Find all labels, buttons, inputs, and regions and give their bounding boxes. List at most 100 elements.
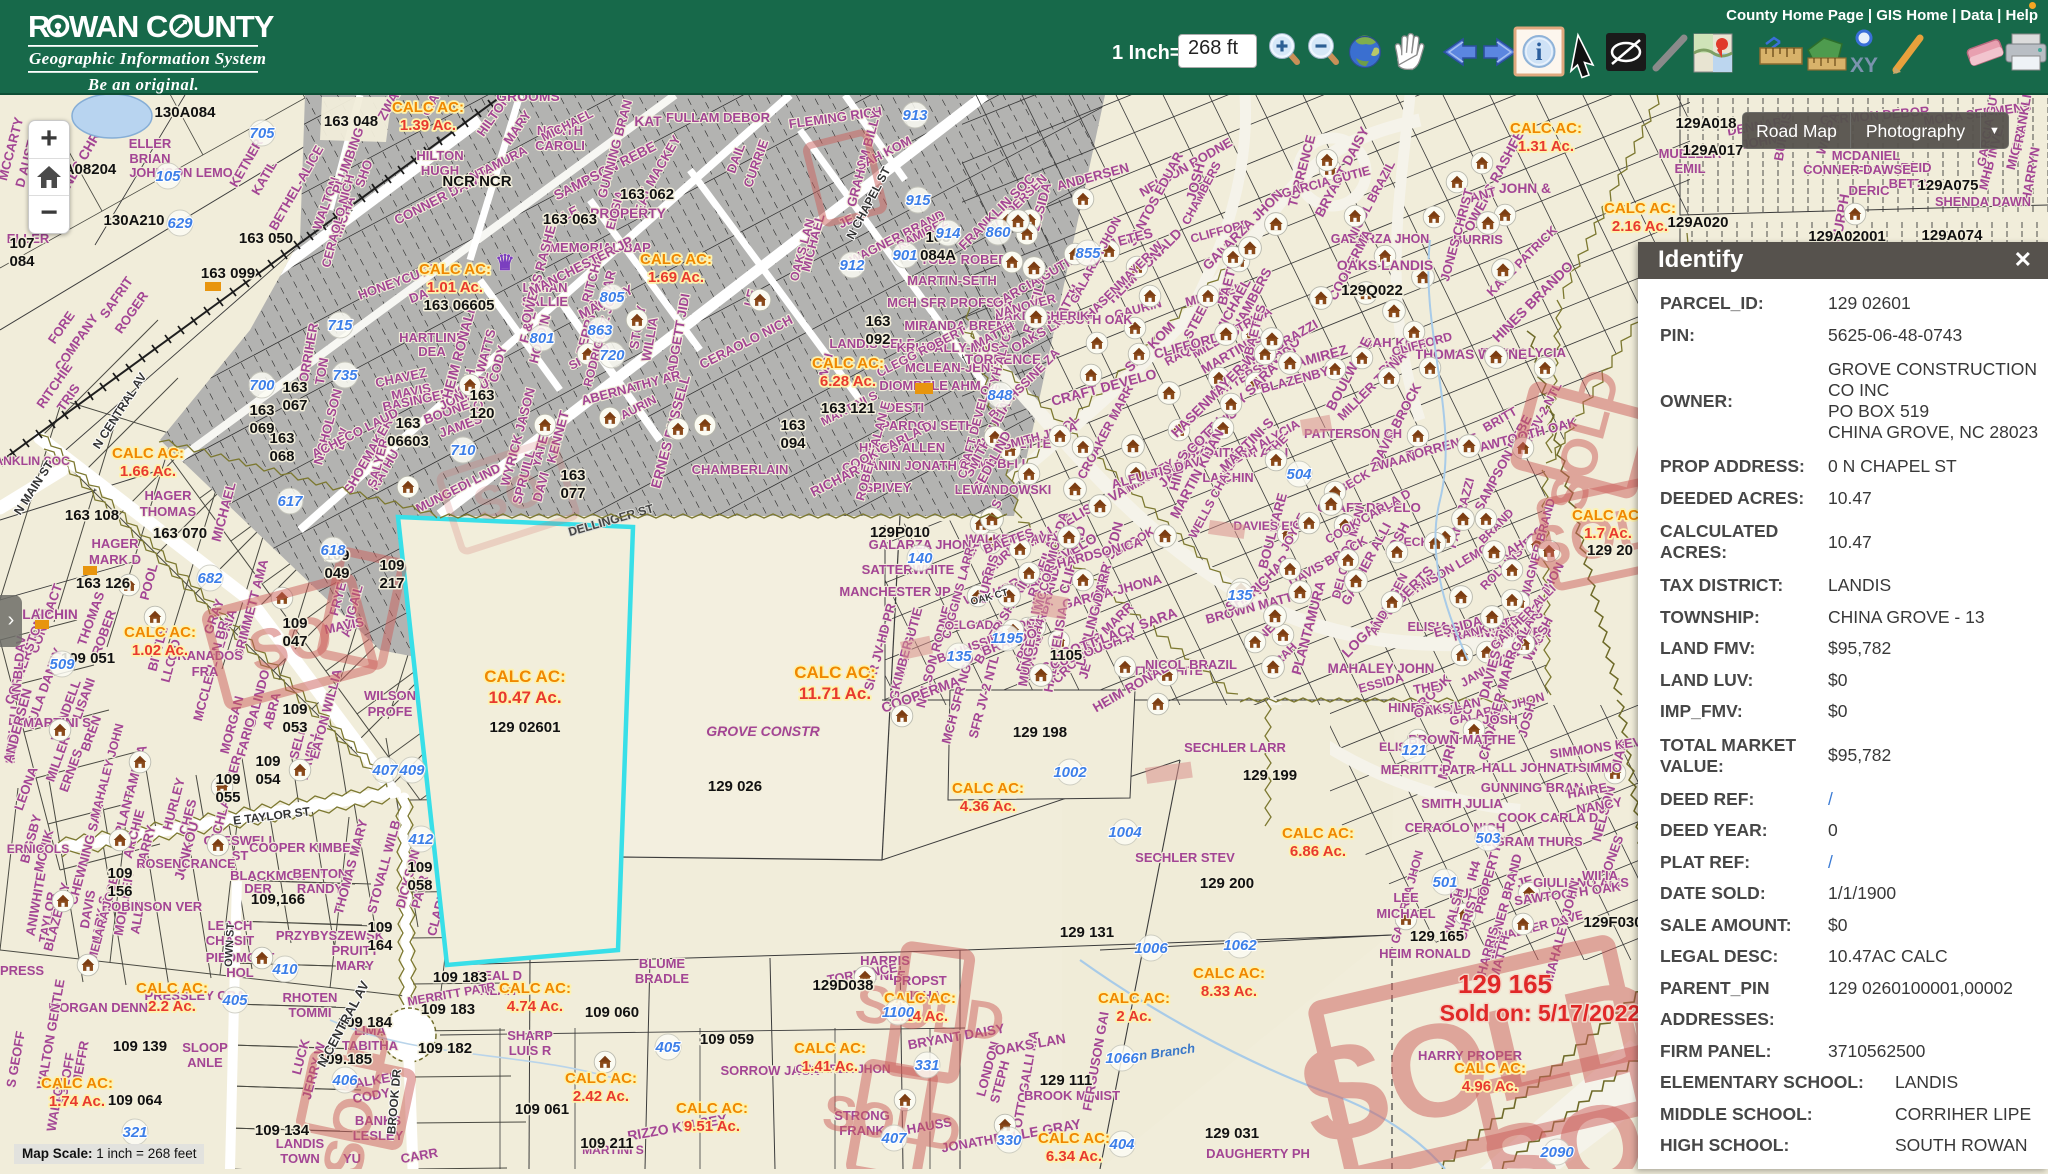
svg-text:1.66 Ac.: 1.66 Ac. xyxy=(120,463,176,480)
svg-text:1004: 1004 xyxy=(1108,824,1142,841)
svg-text:1.74 Ac.: 1.74 Ac. xyxy=(49,1093,105,1110)
svg-text:ROSENCRANCE: ROSENCRANCE xyxy=(136,857,235,871)
svg-text:617: 617 xyxy=(277,493,303,510)
svg-text:405: 405 xyxy=(221,992,248,1009)
svg-text:140: 140 xyxy=(907,550,933,567)
svg-text:047: 047 xyxy=(282,633,307,650)
svg-text:CALC AC:: CALC AC: xyxy=(640,251,712,268)
svg-text:1062: 1062 xyxy=(1223,937,1257,954)
svg-text:109: 109 xyxy=(379,557,404,574)
svg-text:163 126: 163 126 xyxy=(76,575,130,592)
svg-text:PRESS: PRESS xyxy=(0,963,44,978)
svg-text:ELLER: ELLER xyxy=(129,136,172,151)
svg-text:129 031: 129 031 xyxy=(1205,1125,1259,1142)
svg-text:A08204: A08204 xyxy=(64,161,117,178)
svg-text:163 050: 163 050 xyxy=(239,230,293,247)
svg-text:SECHLER LARR: SECHLER LARR xyxy=(1184,740,1286,755)
svg-text:Sold on: 5/17/2022: Sold on: 5/17/2022 xyxy=(1440,1000,1641,1026)
svg-text:914: 914 xyxy=(935,225,961,242)
svg-text:PROPERTY: PROPERTY xyxy=(590,206,666,221)
svg-text:109 064: 109 064 xyxy=(108,1092,163,1109)
svg-text:1.02 Ac.: 1.02 Ac. xyxy=(132,642,188,659)
svg-text:109: 109 xyxy=(367,919,392,936)
svg-text:8.33 Ac.: 8.33 Ac. xyxy=(1201,983,1257,1000)
svg-text:1066: 1066 xyxy=(1105,1050,1139,1067)
svg-text:129 200: 129 200 xyxy=(1200,875,1254,892)
svg-text:ANLE: ANLE xyxy=(187,1055,223,1070)
svg-text:109,166: 109,166 xyxy=(251,891,305,908)
svg-text:HALL JOHNATH: HALL JOHNATH xyxy=(1482,760,1582,775)
svg-text:720: 720 xyxy=(599,347,625,364)
svg-text:PROFE: PROFE xyxy=(368,704,413,719)
svg-text:9.51 Ac.: 9.51 Ac. xyxy=(684,1118,740,1135)
svg-text:049: 049 xyxy=(324,565,349,582)
svg-text:109 183: 109 183 xyxy=(421,1001,475,1018)
svg-text:217: 217 xyxy=(379,575,404,592)
svg-text:331: 331 xyxy=(914,1057,939,1074)
svg-text:TOMMI: TOMMI xyxy=(288,1005,331,1020)
svg-text:410: 410 xyxy=(271,961,298,978)
svg-text:WILSON: WILSON xyxy=(364,688,416,703)
svg-text:848: 848 xyxy=(987,387,1013,404)
svg-text:LEE: LEE xyxy=(1393,890,1419,905)
svg-text:109 061: 109 061 xyxy=(515,1101,569,1118)
svg-text:1.41 Ac.: 1.41 Ac. xyxy=(802,1058,858,1075)
svg-text:121: 121 xyxy=(1401,742,1426,759)
svg-text:2 Ac.: 2 Ac. xyxy=(1116,1008,1151,1025)
svg-text:405: 405 xyxy=(654,1039,681,1056)
svg-text:084A: 084A xyxy=(920,247,956,264)
svg-text:163 108: 163 108 xyxy=(65,507,119,524)
svg-text:130A210: 130A210 xyxy=(104,212,165,229)
svg-text:DEA: DEA xyxy=(418,344,446,359)
svg-text:109 059: 109 059 xyxy=(700,1031,754,1048)
svg-text:i: i xyxy=(1536,39,1543,66)
svg-text:EMIL: EMIL xyxy=(1674,161,1705,176)
svg-text:LAICHIN: LAICHIN xyxy=(22,607,77,622)
svg-text:SHENDA DAWN: SHENDA DAWN xyxy=(1935,194,2031,209)
svg-text:ROBINSON VER: ROBINSON VER xyxy=(102,899,203,914)
svg-text:CALC AC:: CALC AC: xyxy=(1510,120,1582,137)
svg-text:129 20: 129 20 xyxy=(1587,542,1633,559)
svg-text:710: 710 xyxy=(450,442,476,459)
svg-text:109 134: 109 134 xyxy=(255,1122,310,1139)
svg-text:069: 069 xyxy=(249,420,274,437)
svg-text:XY: XY xyxy=(1850,54,1878,77)
svg-text:077: 077 xyxy=(560,485,585,502)
svg-text:129Q022: 129Q022 xyxy=(1341,282,1403,299)
svg-text:509: 509 xyxy=(49,656,75,673)
svg-text:SMITH JULIA: SMITH JULIA xyxy=(1421,796,1503,811)
svg-text:THOMAS: THOMAS xyxy=(140,504,197,519)
svg-text:COOPER KIMBE: COOPER KIMBE xyxy=(249,840,351,855)
svg-text:163 062: 163 062 xyxy=(620,186,674,203)
svg-text:CALC AC:: CALC AC: xyxy=(812,355,884,372)
svg-text:109: 109 xyxy=(282,701,307,718)
svg-text:OWN ST: OWN ST xyxy=(223,922,237,967)
svg-text:MARY: MARY xyxy=(336,958,374,973)
svg-text:CALC AC:: CALC AC: xyxy=(565,1070,637,1087)
svg-text:CALC AC:: CALC AC: xyxy=(1282,825,1354,842)
svg-text:135: 135 xyxy=(946,648,972,665)
svg-text:163 048: 163 048 xyxy=(324,113,378,130)
svg-text:CALC AC:: CALC AC: xyxy=(41,1075,113,1092)
svg-text:LEWANDOWSKI: LEWANDOWSKI xyxy=(955,483,1051,497)
svg-text:735: 735 xyxy=(332,367,358,384)
svg-text:321: 321 xyxy=(122,1124,147,1141)
svg-text:MICHAEL: MICHAEL xyxy=(1376,906,1435,921)
svg-text:156: 156 xyxy=(107,883,132,900)
svg-text:6.86 Ac.: 6.86 Ac. xyxy=(1290,843,1346,860)
svg-text:913: 913 xyxy=(902,107,928,124)
svg-text:109: 109 xyxy=(282,615,307,632)
svg-text:705: 705 xyxy=(249,125,275,142)
svg-text:CALC AC:: CALC AC: xyxy=(676,1100,748,1117)
svg-text:407: 407 xyxy=(371,762,398,779)
svg-text:CALC AC:: CALC AC: xyxy=(484,667,566,686)
svg-text:CALC AC:: CALC AC: xyxy=(112,445,184,462)
svg-text:SECHLER STEV: SECHLER STEV xyxy=(1135,850,1235,865)
svg-text:084: 084 xyxy=(9,253,35,270)
svg-text:109: 109 xyxy=(255,753,280,770)
svg-text:CALC AC:: CALC AC: xyxy=(1454,1060,1526,1077)
svg-text:055: 055 xyxy=(215,789,240,806)
svg-text:HEIM RONALD: HEIM RONALD xyxy=(1379,946,1471,961)
svg-text:164: 164 xyxy=(367,937,393,954)
svg-text:1.7 Ac.: 1.7 Ac. xyxy=(1584,525,1632,542)
